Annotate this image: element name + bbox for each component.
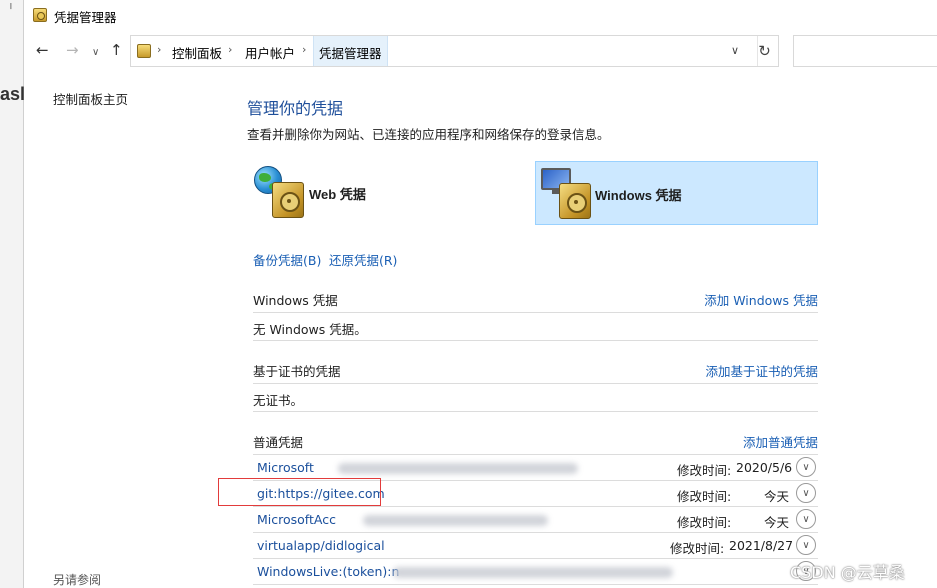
credential-name[interactable]: MicrosoftAcc	[257, 512, 336, 527]
expand-chevron-icon[interactable]: ∨	[796, 535, 816, 555]
background-window-fragment-top: ᅵ	[2, 2, 14, 16]
credential-manager-window: 凭据管理器 ← → ∨ ↑ › 控制面板 › 用户帐户 › 凭据管理器 ∨ ↻ …	[24, 0, 937, 588]
modified-date: 2021/8/27	[729, 538, 794, 553]
credential-row[interactable]: WindowsLive:(token):n ∨	[253, 559, 818, 585]
background-window-fragment: asl	[0, 84, 26, 104]
expand-chevron-icon[interactable]: ∨	[796, 457, 816, 477]
redacted-text	[363, 515, 548, 526]
backup-credentials-link[interactable]: 备份凭据(B)	[253, 250, 321, 269]
credential-name[interactable]: virtualapp/didlogical	[257, 538, 385, 553]
windows-credentials-section-header: Windows 凭据 添加 Windows 凭据	[253, 285, 818, 313]
annotation-highlight-box	[218, 478, 381, 506]
modified-label: 修改时间:	[670, 541, 725, 556]
address-bar[interactable]: › 控制面板 › 用户帐户 › 凭据管理器 ∨	[130, 35, 779, 67]
address-dropdown-chevron-icon[interactable]: ∨	[731, 44, 739, 57]
watermark: CSDN @云草桑	[790, 563, 905, 582]
credential-manager-icon	[33, 8, 47, 22]
page-description: 查看并删除你为网站、已连接的应用程序和网络保存的登录信息。	[247, 127, 610, 142]
modified-date: 今天	[764, 489, 790, 504]
add-certificate-credential-link[interactable]: 添加基于证书的凭据	[705, 361, 818, 380]
windows-credentials-label: Windows 凭据	[595, 188, 682, 203]
modified-label: 修改时间:	[677, 489, 732, 504]
breadcrumb-chevron-icon[interactable]: ›	[302, 43, 306, 56]
generic-credentials-section-header: 普通凭据 添加普通凭据	[253, 427, 818, 455]
certificate-credentials-section-header: 基于证书的凭据 添加基于证书的凭据	[253, 356, 818, 384]
add-generic-credential-link[interactable]: 添加普通凭据	[743, 432, 818, 451]
credential-row[interactable]: MicrosoftAcc 修改时间: 今天 ∨	[253, 507, 818, 533]
empty-message: 无 Windows 凭据。	[253, 322, 367, 337]
vault-icon	[559, 183, 591, 219]
modified-label: 修改时间:	[677, 463, 732, 478]
web-credentials-label: Web 凭据	[309, 187, 366, 202]
section-title: 普通凭据	[253, 435, 304, 450]
sidebar-control-panel-home[interactable]: 控制面板主页	[53, 89, 128, 108]
web-credentials-tile[interactable]: Web 凭据	[253, 161, 523, 225]
expand-chevron-icon[interactable]: ∨	[796, 483, 816, 503]
background-window-edge: ᅵ asl	[0, 0, 26, 588]
search-input[interactable]	[793, 35, 937, 67]
recent-locations-chevron-icon[interactable]: ∨	[92, 45, 99, 61]
breadcrumb-user-accounts[interactable]: 用户帐户	[245, 43, 295, 62]
redacted-text	[393, 567, 673, 578]
breadcrumb-chevron-icon[interactable]: ›	[228, 43, 232, 56]
credential-row[interactable]: virtualapp/didlogical 修改时间: 2021/8/27 ∨	[253, 533, 818, 559]
windows-credentials-tile[interactable]: Windows 凭据	[535, 161, 818, 225]
forward-arrow-icon[interactable]: →	[66, 42, 79, 58]
section-title: Windows 凭据	[253, 293, 338, 308]
vault-icon	[272, 182, 304, 218]
redacted-text	[338, 463, 578, 474]
section-title: 基于证书的凭据	[253, 364, 341, 379]
modified-label: 修改时间:	[677, 515, 732, 530]
empty-message: 无证书。	[253, 393, 304, 408]
credential-name[interactable]: Microsoft	[257, 460, 314, 475]
refresh-icon[interactable]: ↻	[751, 35, 779, 67]
back-arrow-icon[interactable]: ←	[36, 42, 49, 58]
breadcrumb-chevron-icon[interactable]: ›	[157, 43, 161, 56]
modified-date: 2020/5/6	[736, 460, 793, 475]
page-title: 管理你的凭据	[247, 99, 344, 118]
title-bar: 凭据管理器	[24, 0, 937, 30]
modified-date: 今天	[764, 515, 790, 530]
restore-credentials-link[interactable]: 还原凭据(R)	[329, 250, 397, 269]
expand-chevron-icon[interactable]: ∨	[796, 509, 816, 529]
breadcrumb-control-panel[interactable]: 控制面板	[172, 43, 222, 62]
up-arrow-icon[interactable]: ↑	[110, 42, 123, 58]
credential-name[interactable]: WindowsLive:(token):n	[257, 564, 399, 579]
certificate-credentials-empty: 无证书。	[253, 384, 818, 412]
windows-credentials-empty: 无 Windows 凭据。	[253, 313, 818, 341]
add-windows-credential-link[interactable]: 添加 Windows 凭据	[704, 290, 818, 309]
breadcrumb-credential-manager[interactable]: 凭据管理器	[313, 36, 388, 66]
control-panel-icon	[137, 44, 151, 58]
window-title: 凭据管理器	[54, 10, 117, 25]
sidebar-see-also: 另请参阅	[53, 573, 102, 587]
